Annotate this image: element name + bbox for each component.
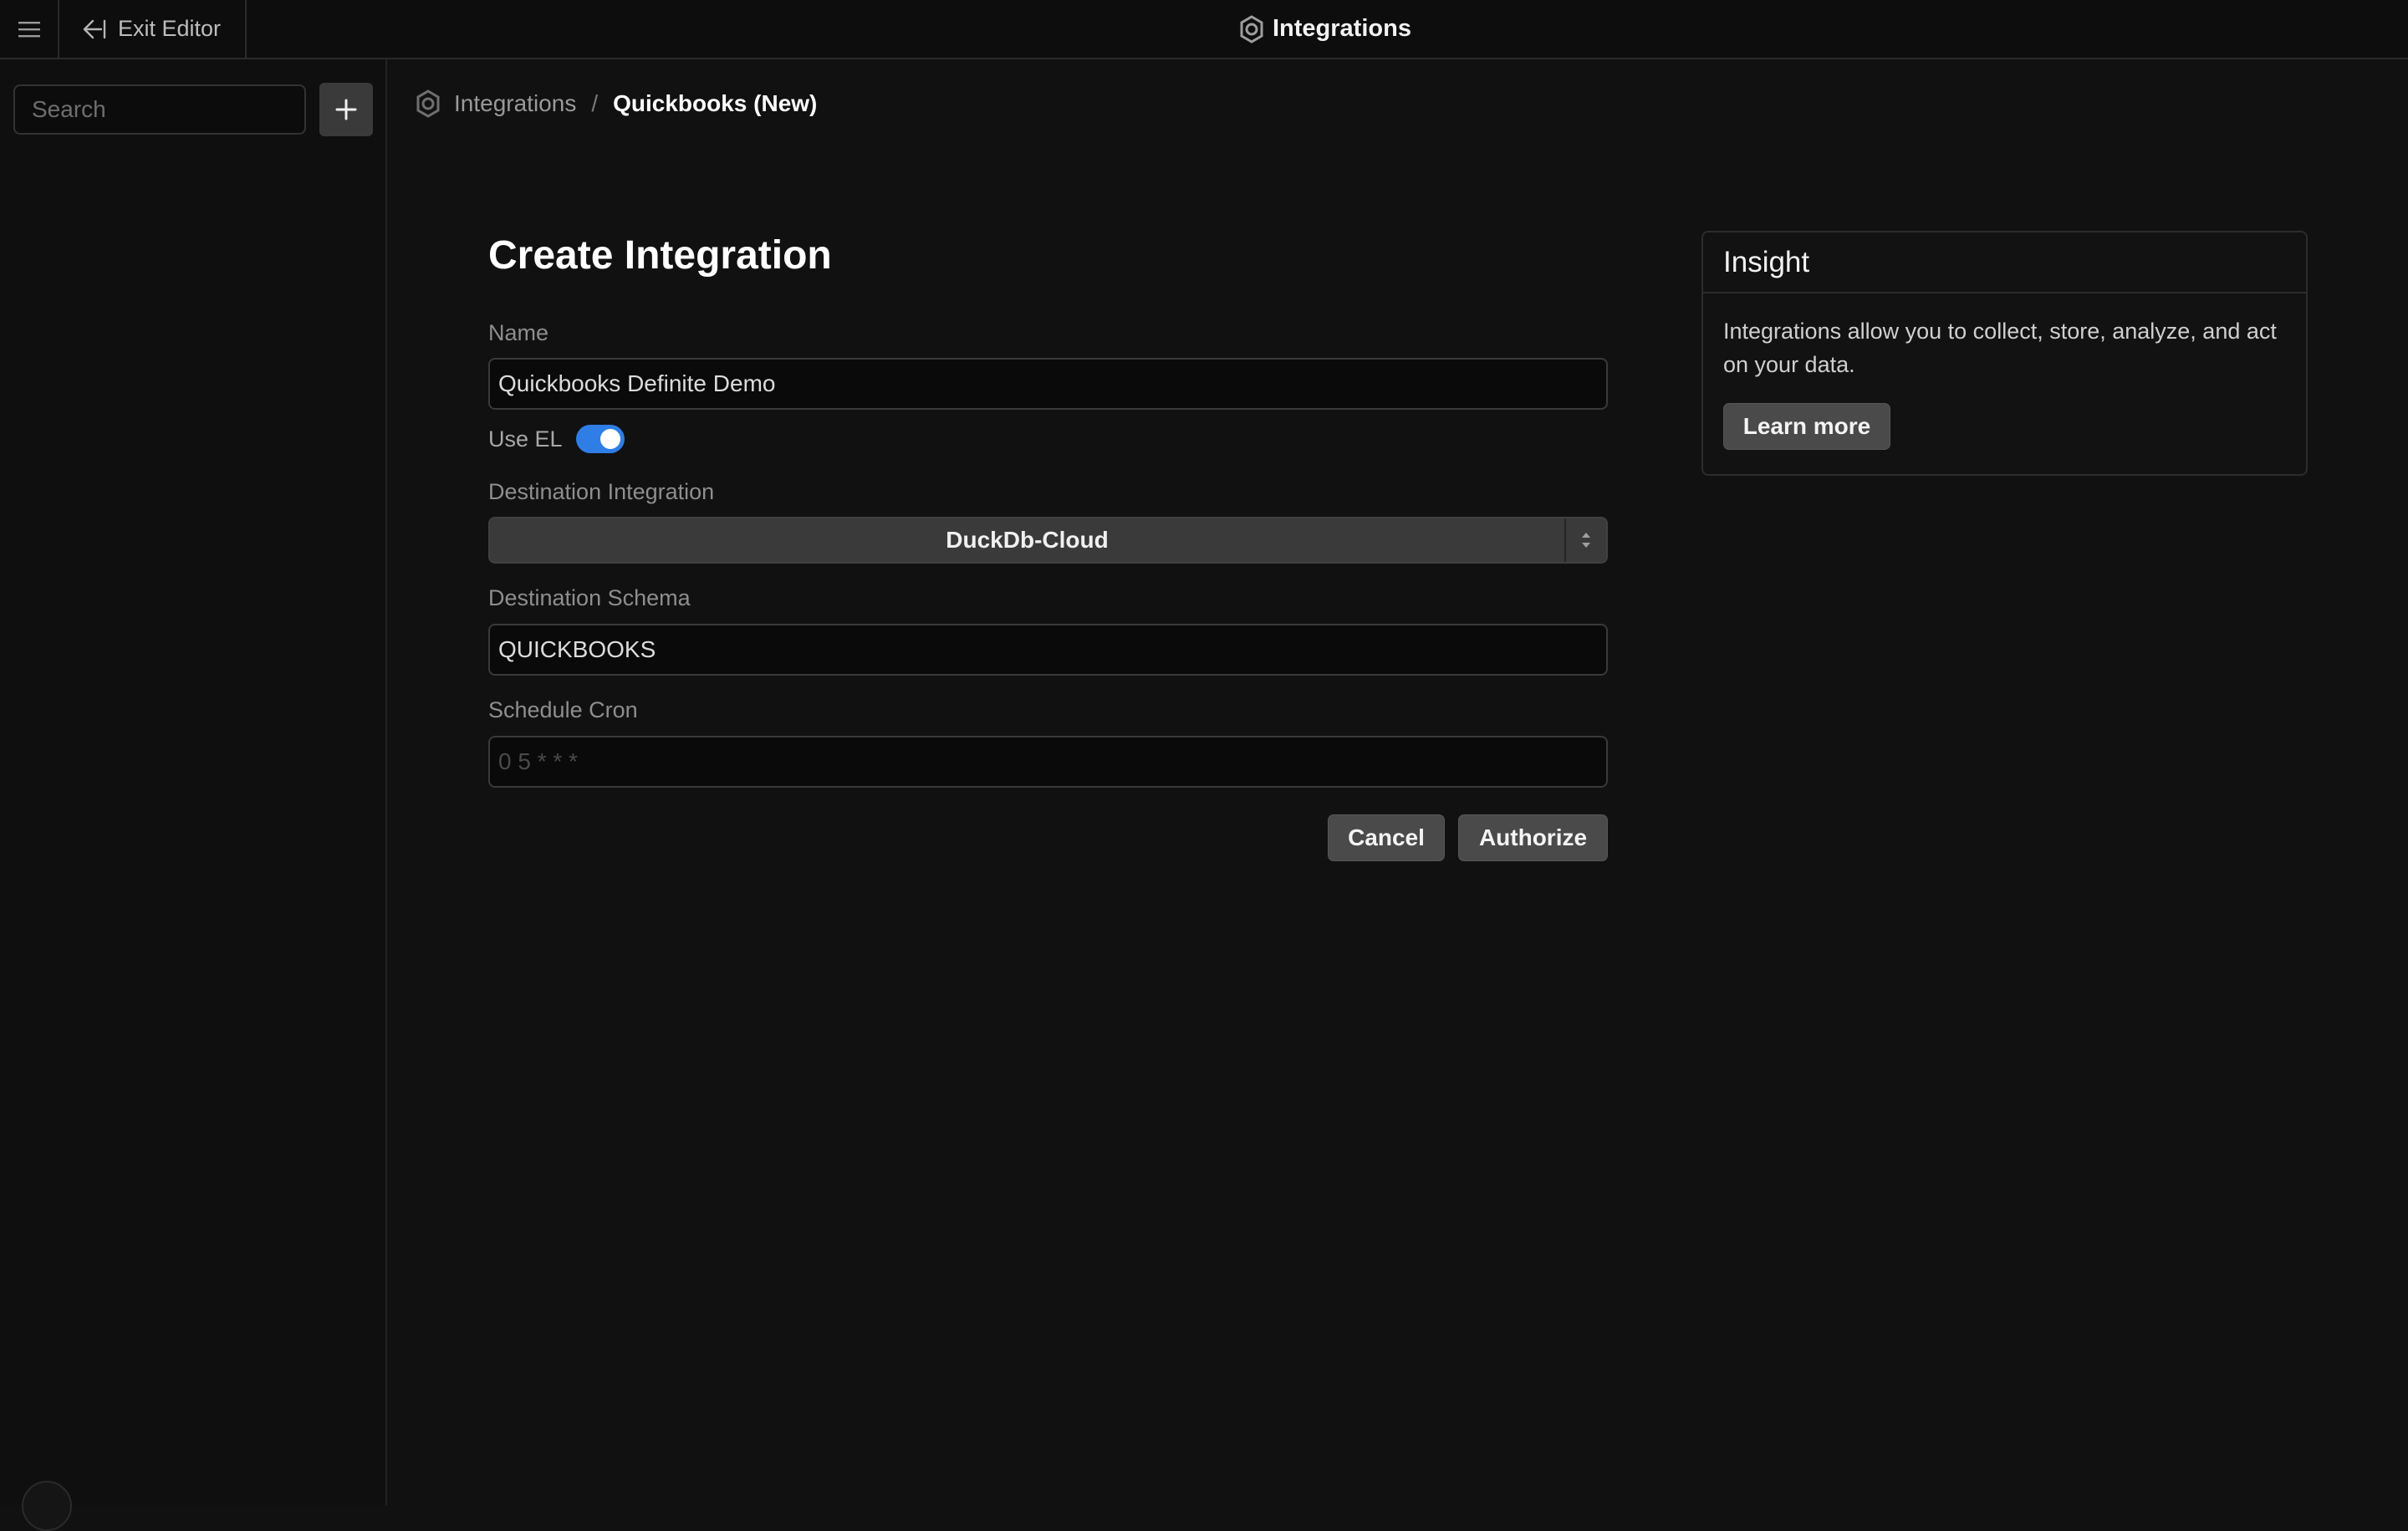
avatar[interactable]: [22, 1481, 72, 1531]
search-input[interactable]: [32, 96, 334, 123]
destination-schema-input[interactable]: [488, 624, 1608, 676]
toggle-knob: [599, 429, 620, 449]
add-button[interactable]: [319, 83, 373, 136]
insight-panel: Insight Integrations allow you to collec…: [1701, 231, 2308, 476]
destination-integration-label: Destination Integration: [488, 479, 715, 504]
app-title: Integrations: [1237, 0, 1411, 58]
breadcrumb-current: Quickbooks (New): [613, 90, 818, 116]
top-bar: Exit Editor Integrations: [0, 0, 2408, 59]
insight-body: Integrations allow you to collect, store…: [1723, 319, 2277, 377]
use-el-toggle[interactable]: [575, 425, 625, 453]
breadcrumb-separator: /: [591, 90, 599, 116]
app-title-text: Integrations: [1273, 15, 1411, 42]
breadcrumb: Integrations / Quickbooks (New): [414, 89, 817, 119]
exit-arrow-icon: [83, 19, 106, 38]
authorize-button[interactable]: Authorize: [1458, 814, 1608, 861]
search-box[interactable]: [13, 84, 334, 135]
breadcrumb-root-link[interactable]: Integrations: [454, 90, 576, 117]
hamburger-menu-icon: [18, 21, 40, 37]
destination-integration-select[interactable]: DuckDb-Cloud: [488, 517, 1608, 564]
schedule-cron-input[interactable]: [488, 736, 1608, 788]
insight-title: Insight: [1703, 232, 2306, 293]
integrations-icon: [1240, 14, 1263, 43]
form-title: Create Integration: [488, 233, 832, 278]
destination-integration-value: DuckDb-Cloud: [946, 527, 1109, 553]
use-el-label: Use EL: [488, 426, 563, 452]
schedule-cron-label: Schedule Cron: [488, 697, 638, 722]
cancel-button[interactable]: Cancel: [1328, 814, 1445, 861]
name-label: Name: [488, 320, 549, 345]
use-el-row: Use EL: [488, 425, 625, 453]
select-arrows: [1564, 518, 1606, 562]
hamburger-menu-button[interactable]: [0, 0, 59, 58]
exit-editor-button[interactable]: Exit Editor: [59, 0, 247, 58]
destination-schema-label: Destination Schema: [488, 585, 691, 610]
learn-more-button[interactable]: Learn more: [1723, 403, 1890, 450]
chevron-up-down-icon: [1582, 533, 1590, 548]
name-input[interactable]: [488, 358, 1608, 410]
integrations-icon: [416, 89, 440, 118]
sidebar: [0, 59, 387, 1531]
exit-editor-label: Exit Editor: [118, 16, 222, 41]
plus-icon: [335, 99, 357, 120]
